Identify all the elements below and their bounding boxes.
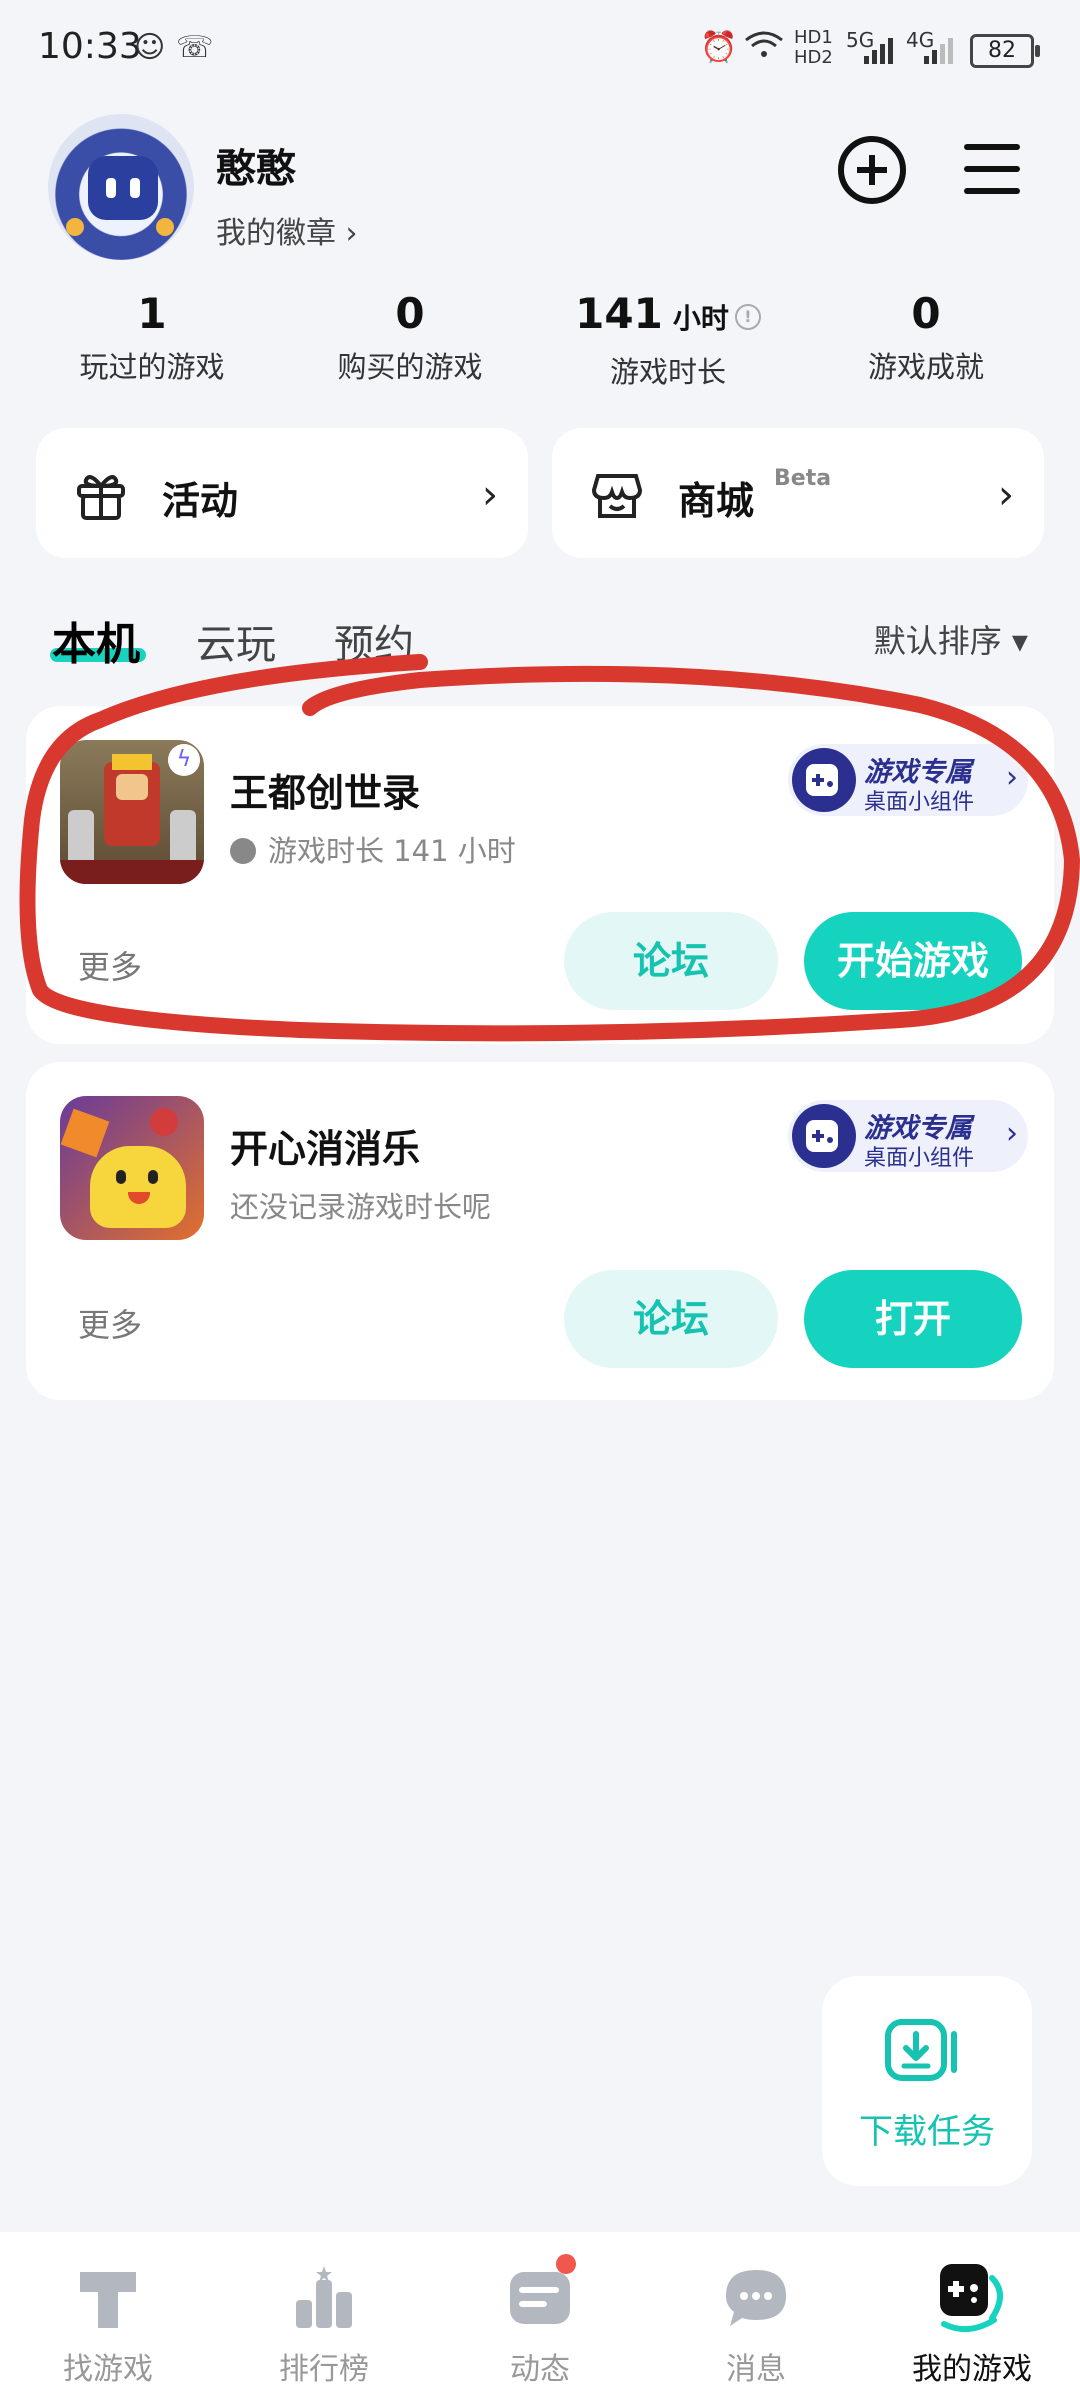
- stat-label: 购买的游戏: [337, 350, 483, 384]
- battery-indicator: 82: [970, 34, 1040, 68]
- status-bar: 10:33 ☺ ☏ ⏰ HD1 HD2 5G 4G 82: [0, 0, 1080, 100]
- gamepad-icon: [792, 1104, 856, 1168]
- stat-value: 0: [395, 289, 425, 338]
- nav-label: 我的游戏: [912, 2352, 1032, 2387]
- stat-play-time[interactable]: 141 小时! 游戏时长: [538, 290, 798, 391]
- game-title: 开心消消乐: [230, 1127, 421, 1171]
- game-playtime: 游戏时长 141 小时: [230, 828, 516, 870]
- shop-icon: [591, 474, 643, 518]
- nav-messages[interactable]: 消息: [648, 2232, 864, 2400]
- stopwatch-icon: [230, 838, 256, 864]
- info-icon[interactable]: !: [734, 303, 761, 330]
- chevron-right-icon: ›: [1006, 1116, 1018, 1151]
- forum-button[interactable]: 论坛: [564, 1270, 778, 1368]
- beta-badge: Beta: [774, 466, 832, 491]
- hd2-label: HD2: [794, 47, 833, 68]
- stat-played-games[interactable]: 1 玩过的游戏: [22, 290, 282, 386]
- download-icon: [885, 2019, 957, 2081]
- widget-subtitle: 桌面小组件: [864, 1146, 975, 1171]
- missed-call-icon: ☏: [176, 30, 214, 65]
- find-games-icon: [80, 2272, 136, 2328]
- stat-label: 游戏时长: [609, 355, 726, 389]
- hd-indicator: HD1 HD2: [794, 28, 833, 68]
- start-game-button[interactable]: 开始游戏: [804, 912, 1022, 1010]
- my-badges-link[interactable]: 我的徽章 ›: [216, 208, 358, 252]
- stat-value: 1: [137, 289, 167, 338]
- widget-subtitle: 桌面小组件: [864, 790, 975, 815]
- nav-label: 消息: [726, 2352, 786, 2387]
- game-card[interactable]: 开心消消乐 还没记录游戏时长呢 游戏专属 桌面小组件 › 更多 论坛 打开: [26, 1062, 1054, 1400]
- menu-icon[interactable]: [960, 136, 1028, 204]
- nav-find-games[interactable]: 找游戏: [0, 2232, 216, 2400]
- stat-label: 游戏成就: [867, 350, 984, 384]
- tab-reservation[interactable]: 预约: [334, 612, 414, 670]
- game-title: 王都创世录: [230, 771, 421, 815]
- gamepad-icon: [792, 748, 856, 812]
- status-time: 10:33: [38, 26, 142, 67]
- desktop-widget-button[interactable]: 游戏专属 桌面小组件 ›: [788, 744, 1028, 816]
- game-icon-wangdu[interactable]: ϟ: [60, 740, 204, 884]
- username[interactable]: 憨憨: [216, 136, 296, 194]
- leaderboard-icon: [296, 2266, 352, 2328]
- activity-card[interactable]: 活动 ›: [36, 428, 528, 558]
- chevron-right-icon: ›: [998, 472, 1014, 518]
- mall-label: 商城: [678, 479, 755, 523]
- signal-4g-icon: [922, 36, 956, 68]
- avatar-robot-face: [88, 156, 158, 220]
- more-link[interactable]: 更多: [78, 942, 142, 988]
- chat-bubble-icon: ☺: [134, 30, 166, 65]
- stat-purchased-games[interactable]: 0 购买的游戏: [280, 290, 540, 386]
- tab-local[interactable]: 本机: [52, 608, 140, 672]
- bottom-navigation: 找游戏 排行榜 动态 消息 我的游戏: [0, 2232, 1080, 2400]
- lightning-badge-icon: ϟ: [168, 744, 200, 776]
- download-tasks-button[interactable]: 下载任务: [822, 1976, 1032, 2186]
- desktop-widget-button[interactable]: 游戏专属 桌面小组件 ›: [788, 1100, 1028, 1172]
- chevron-right-icon: ›: [482, 472, 498, 518]
- forum-button[interactable]: 论坛: [564, 912, 778, 1010]
- nav-my-games[interactable]: 我的游戏: [864, 2232, 1080, 2400]
- stat-value: 0: [911, 289, 941, 338]
- tab-cloud[interactable]: 云玩: [196, 612, 276, 670]
- nav-label: 找游戏: [63, 2352, 153, 2387]
- game-icon-xiaoxiaole[interactable]: [60, 1096, 204, 1240]
- more-link[interactable]: 更多: [78, 1300, 142, 1346]
- nav-label: 动态: [510, 2352, 570, 2387]
- sort-dropdown[interactable]: 默认排序 ▾: [874, 616, 1028, 662]
- alarm-icon: ⏰: [700, 30, 738, 65]
- game-playtime-text: 还没记录游戏时长呢: [230, 1190, 492, 1224]
- game-playtime-text: 游戏时长 141 小时: [268, 834, 516, 868]
- avatar[interactable]: [48, 114, 194, 260]
- nav-feed[interactable]: 动态: [432, 2232, 648, 2400]
- download-tasks-label: 下载任务: [859, 2112, 995, 2152]
- signal-5g-icon: [862, 36, 896, 68]
- open-game-button[interactable]: 打开: [804, 1270, 1022, 1368]
- gift-icon: [77, 475, 125, 520]
- activity-label: 活动: [162, 479, 239, 523]
- nav-label: 排行榜: [279, 2352, 369, 2387]
- add-icon[interactable]: [838, 136, 906, 204]
- wifi-icon: [744, 30, 784, 68]
- stat-label: 玩过的游戏: [79, 350, 225, 384]
- hd1-label: HD1: [794, 27, 833, 48]
- stat-unit: 小时: [672, 302, 729, 335]
- my-games-icon: [940, 2264, 1003, 2333]
- stat-achievements[interactable]: 0 游戏成就: [796, 290, 1056, 386]
- notification-dot: [556, 2254, 576, 2274]
- chevron-right-icon: ›: [1006, 760, 1018, 795]
- game-card[interactable]: ϟ 王都创世录 游戏时长 141 小时 游戏专属 桌面小组件 › 更多 论坛 开…: [26, 706, 1054, 1044]
- mall-card[interactable]: 商城 Beta ›: [552, 428, 1044, 558]
- messages-icon: [726, 2270, 786, 2326]
- stat-value: 141: [575, 289, 663, 338]
- nav-leaderboard[interactable]: 排行榜: [216, 2232, 432, 2400]
